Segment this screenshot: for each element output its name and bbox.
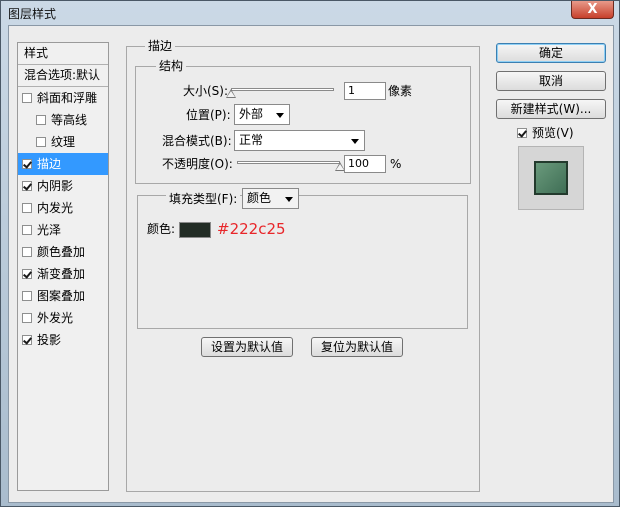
- style-list: 样式 混合选项:默认 斜面和浮雕等高线纹理描边内阴影内发光光泽颜色叠加渐变叠加图…: [17, 42, 109, 491]
- style-item-label: 纹理: [51, 135, 76, 149]
- style-checkbox[interactable]: [22, 224, 32, 235]
- layer-style-dialog: 图层样式 X 样式 混合选项:默认 斜面和浮雕 等高线 纹理 描边 内阴影 内发光 光泽 颜色…: [0, 0, 620, 507]
- style-item-label: 等高线: [51, 113, 88, 127]
- opacity-slider[interactable]: [237, 161, 340, 164]
- style-checkbox[interactable]: [36, 114, 46, 125]
- structure-group-title: 结构: [156, 59, 187, 73]
- style-checkbox[interactable]: [22, 92, 32, 103]
- size-slider-thumb[interactable]: [226, 89, 237, 98]
- style-list-item[interactable]: 描边: [18, 153, 108, 175]
- style-list-item[interactable]: 颜色叠加: [18, 241, 108, 263]
- blend-mode-label: 混合模式(B):: [162, 134, 232, 148]
- color-label: 颜色:: [147, 222, 176, 236]
- fill-type-value: 颜色: [247, 191, 272, 205]
- style-checkbox[interactable]: [22, 246, 32, 257]
- set-default-button[interactable]: 设置为默认值: [201, 337, 293, 357]
- style-item-label: 渐变叠加: [37, 267, 86, 281]
- style-item-label: 光泽: [37, 223, 62, 237]
- style-checkbox[interactable]: [36, 136, 46, 147]
- style-checkbox[interactable]: [22, 180, 32, 191]
- style-item-label: 投影: [37, 333, 62, 347]
- stroke-group: 描边 结构 大小(S): 1 像素 位置(P): 外部 混合模式(B): 正常: [126, 39, 480, 492]
- style-list-item[interactable]: 纹理: [18, 131, 108, 153]
- chevron-down-icon: [276, 113, 284, 118]
- fill-type-dropdown[interactable]: 颜色: [242, 188, 299, 209]
- size-input[interactable]: 1: [344, 82, 386, 100]
- color-hex-text: #222c25: [217, 220, 286, 238]
- new-style-button[interactable]: 新建样式(W)...: [496, 99, 606, 119]
- window-title: 图层样式: [8, 7, 57, 21]
- close-button[interactable]: X: [571, 1, 614, 19]
- color-swatch[interactable]: [179, 222, 211, 238]
- preview-checkbox[interactable]: [517, 127, 527, 138]
- style-checkbox[interactable]: [22, 268, 32, 279]
- chevron-down-icon: [285, 197, 293, 202]
- position-value: 外部: [239, 107, 264, 121]
- chevron-down-icon: [351, 139, 359, 144]
- style-list-item[interactable]: 斜面和浮雕: [18, 87, 108, 109]
- cancel-button[interactable]: 取消: [496, 71, 606, 91]
- close-icon: X: [587, 2, 598, 17]
- position-label: 位置(P):: [186, 108, 231, 122]
- size-label: 大小(S):: [183, 84, 229, 98]
- style-checkbox[interactable]: [22, 334, 32, 345]
- style-list-item[interactable]: 内发光: [18, 197, 108, 219]
- fill-type-label: 填充类型(F):: [166, 191, 241, 207]
- style-checkbox[interactable]: [22, 312, 32, 323]
- opacity-input[interactable]: 100: [344, 155, 386, 173]
- reset-default-button[interactable]: 复位为默认值: [311, 337, 403, 357]
- style-item-label: 图案叠加: [37, 289, 86, 303]
- style-list-item[interactable]: 图案叠加: [18, 285, 108, 307]
- blend-mode-dropdown[interactable]: 正常: [234, 130, 365, 151]
- style-list-item[interactable]: 内阴影: [18, 175, 108, 197]
- style-item-label: 外发光: [37, 311, 74, 325]
- style-preview: [518, 146, 584, 210]
- style-item-label: 内发光: [37, 201, 74, 215]
- stroke-group-title: 描边: [145, 39, 176, 53]
- style-list-header[interactable]: 样式: [18, 43, 108, 65]
- style-checkbox[interactable]: [22, 202, 32, 213]
- blend-mode-value: 正常: [239, 133, 264, 147]
- title-bar[interactable]: 图层样式 X: [1, 1, 619, 25]
- size-unit: 像素: [388, 84, 413, 98]
- opacity-unit: %: [390, 157, 402, 171]
- blending-options-item[interactable]: 混合选项:默认: [18, 65, 108, 87]
- style-list-item[interactable]: 外发光: [18, 307, 108, 329]
- structure-group: 结构 大小(S): 1 像素 位置(P): 外部 混合模式(B): 正常 不透明…: [135, 59, 471, 184]
- preview-swatch: [534, 161, 568, 195]
- style-list-item[interactable]: 光泽: [18, 219, 108, 241]
- size-slider[interactable]: [231, 88, 334, 91]
- style-list-item[interactable]: 渐变叠加: [18, 263, 108, 285]
- style-item-label: 描边: [37, 157, 62, 171]
- style-item-label: 内阴影: [37, 179, 74, 193]
- style-item-label: 颜色叠加: [37, 245, 86, 259]
- style-item-label: 斜面和浮雕: [37, 91, 98, 105]
- fill-group: 填充类型(F): 颜色 颜色: #222c25: [137, 188, 468, 329]
- style-checkbox[interactable]: [22, 158, 32, 169]
- ok-button[interactable]: 确定: [496, 43, 606, 63]
- position-dropdown[interactable]: 外部: [234, 104, 290, 125]
- preview-label: 预览(V): [532, 126, 574, 140]
- dialog-body: 样式 混合选项:默认 斜面和浮雕 等高线 纹理 描边 内阴影 内发光 光泽 颜色叠加 渐变叠加图…: [8, 25, 614, 503]
- style-list-item[interactable]: 投影: [18, 329, 108, 351]
- style-list-item[interactable]: 等高线: [18, 109, 108, 131]
- preview-checkbox-row[interactable]: 预览(V): [517, 125, 574, 141]
- style-checkbox[interactable]: [22, 290, 32, 301]
- opacity-label: 不透明度(O):: [162, 157, 233, 171]
